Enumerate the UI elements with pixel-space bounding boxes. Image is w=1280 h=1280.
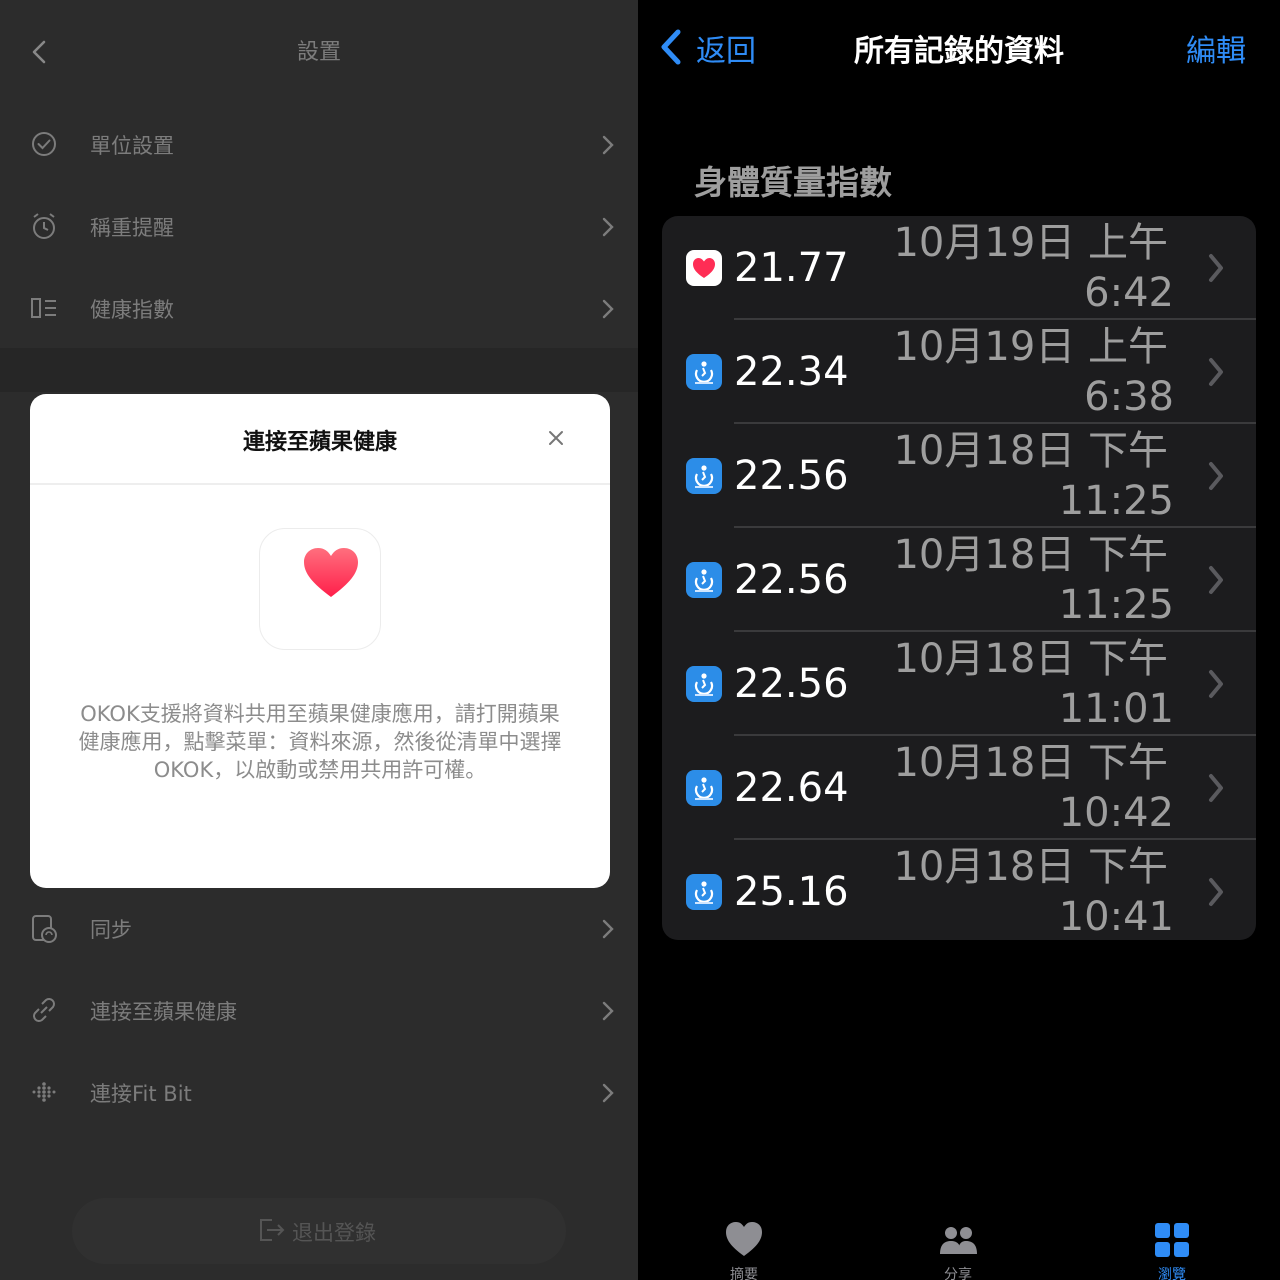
record-value: 22.56	[734, 661, 849, 707]
record-value: 22.56	[734, 453, 849, 499]
chevron-right-icon	[602, 299, 614, 319]
record-date: 10月18日 下午	[893, 428, 1168, 474]
settings-row-fitbit[interactable]: 連接Fit Bit	[0, 1052, 638, 1132]
chevron-right-icon	[1209, 878, 1223, 906]
section-divider	[0, 348, 638, 392]
heart-icon	[726, 1222, 762, 1256]
tab-summary[interactable]: 摘要	[684, 1216, 804, 1280]
list-icon	[31, 298, 56, 318]
settings-row-label: 連接至蘋果健康	[90, 1000, 237, 1024]
records-list: 21.77 10月19日 上午 6:42 22.34 10月19日 上午 6:38 22.5…	[662, 216, 1256, 940]
okok-source-icon	[686, 874, 722, 910]
record-value: 22.56	[734, 557, 849, 603]
record-date: 10月19日 上午	[893, 220, 1168, 266]
chevron-right-icon	[1209, 566, 1223, 594]
record-value: 22.34	[734, 349, 849, 395]
logout-icon	[260, 1219, 285, 1241]
settings-row-sync[interactable]: 同步	[0, 888, 638, 968]
settings-screen: 設置 單位設置 稱重提醒 健康指數 同步 連接至蘋果健康 連接Fit Bit 退…	[0, 0, 638, 1280]
record-time: 11:01	[1058, 686, 1174, 732]
record-row[interactable]: 22.56 10月18日 下午 11:25	[662, 528, 1256, 632]
record-value: 21.77	[734, 245, 849, 291]
chevron-right-icon	[1209, 358, 1223, 386]
record-time: 10:41	[1058, 894, 1174, 940]
modal-divider	[30, 483, 610, 485]
okok-source-icon	[686, 458, 722, 494]
record-row[interactable]: 22.34 10月19日 上午 6:38	[662, 320, 1256, 424]
record-time: 11:25	[1058, 478, 1174, 524]
record-time: 11:25	[1058, 582, 1174, 628]
record-date: 10月18日 下午	[893, 636, 1168, 682]
edit-button[interactable]: 編輯	[1186, 26, 1246, 70]
okok-source-icon	[686, 666, 722, 702]
tab-label: 瀏覽	[1158, 1267, 1186, 1280]
health-data-screen: 返回 所有記錄的資料 編輯 身體質量指數 21.77 10月19日 上午 6:42 2…	[638, 0, 1280, 1280]
record-value: 22.64	[734, 765, 849, 811]
fitbit-dots-icon	[32, 1082, 56, 1102]
chevron-right-icon	[1209, 774, 1223, 802]
tab-label: 分享	[944, 1267, 972, 1280]
settings-row-health-index[interactable]: 健康指數	[0, 268, 638, 348]
record-row[interactable]: 25.16 10月18日 下午 10:41	[662, 840, 1256, 940]
tab-sharing[interactable]: 分享	[898, 1216, 1018, 1280]
alarm-clock-icon	[33, 213, 55, 239]
logout-button[interactable]: 退出登錄	[72, 1198, 566, 1264]
settings-row-reminder[interactable]: 稱重提醒	[0, 186, 638, 266]
okok-source-icon	[686, 770, 722, 806]
page-title: 設置	[296, 40, 341, 65]
settings-row-label: 單位設置	[90, 134, 174, 158]
check-circle-icon	[32, 132, 56, 156]
okok-source-icon	[686, 562, 722, 598]
chevron-right-icon	[602, 1083, 614, 1103]
chevron-right-icon	[602, 217, 614, 237]
record-date: 10月19日 上午	[893, 324, 1168, 370]
settings-row-label: 健康指數	[90, 298, 174, 322]
record-date: 10月18日 下午	[893, 740, 1168, 786]
modal-description: OKOK支援將資料共用至蘋果健康應用，請打開蘋果健康應用，點擊菜單：資料來源，然…	[78, 702, 562, 782]
okok-source-icon	[686, 354, 722, 390]
chevron-right-icon	[602, 135, 614, 155]
modal-title: 連接至蘋果健康	[242, 430, 397, 455]
people-icon	[940, 1227, 977, 1254]
record-time: 6:38	[1084, 374, 1174, 420]
settings-row-label: 同步	[90, 918, 132, 942]
chevron-right-icon	[1209, 254, 1223, 282]
apple-health-source-icon	[686, 250, 722, 286]
section-title: 身體質量指數	[694, 163, 892, 202]
settings-row-apple-health[interactable]: 連接至蘋果健康	[0, 970, 638, 1050]
grid-icon	[1155, 1223, 1189, 1257]
chevron-right-icon	[1209, 670, 1223, 698]
record-value: 25.16	[734, 869, 849, 915]
record-row[interactable]: 22.56 10月18日 下午 11:25	[662, 424, 1256, 528]
heart-icon	[304, 548, 358, 597]
record-date: 10月18日 下午	[893, 844, 1168, 890]
back-chevron-icon[interactable]	[656, 26, 686, 68]
record-row[interactable]: 22.64 10月18日 下午 10:42	[662, 736, 1256, 840]
tab-browse[interactable]: 瀏覽	[1112, 1216, 1232, 1280]
tab-label: 摘要	[730, 1267, 758, 1280]
logout-label: 退出登錄	[292, 1221, 376, 1245]
settings-row-units[interactable]: 單位設置	[0, 104, 638, 184]
settings-row-label: 稱重提醒	[90, 216, 174, 240]
page-title: 所有記錄的資料	[854, 34, 1064, 69]
record-date: 10月18日 下午	[893, 532, 1168, 578]
close-icon[interactable]	[546, 428, 566, 448]
record-row[interactable]: 21.77 10月19日 上午 6:42	[662, 216, 1256, 320]
connect-health-modal: 連接至蘋果健康 OKOK支援將資料共用至蘋果健康應用，請打開蘋果健康應用，點擊菜…	[30, 394, 610, 888]
sync-icon	[32, 915, 57, 943]
chevron-right-icon	[602, 919, 614, 939]
chevron-right-icon	[602, 1001, 614, 1021]
record-time: 10:42	[1058, 790, 1174, 836]
settings-row-label: 連接Fit Bit	[90, 1082, 192, 1106]
back-button[interactable]: 返回	[696, 26, 756, 70]
chevron-right-icon	[1209, 462, 1223, 490]
record-time: 6:42	[1084, 270, 1174, 316]
record-row[interactable]: 22.56 10月18日 下午 11:01	[662, 632, 1256, 736]
link-icon	[33, 998, 55, 1022]
apple-health-app-icon	[259, 528, 381, 650]
